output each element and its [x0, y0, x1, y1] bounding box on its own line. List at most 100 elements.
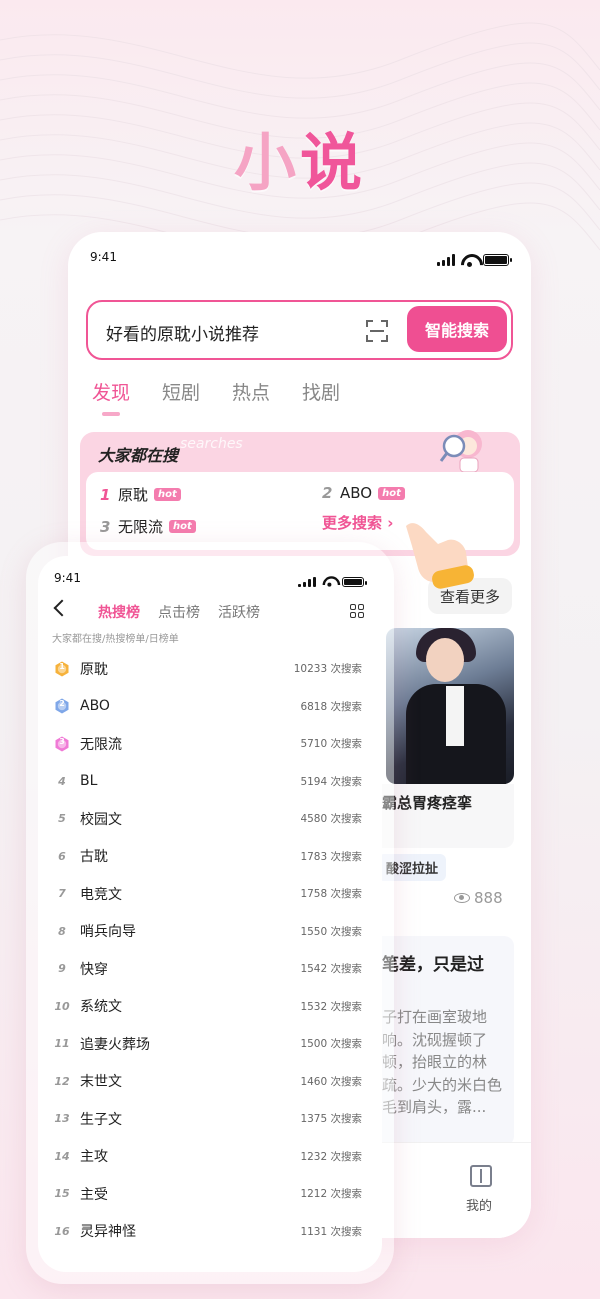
- back-icon[interactable]: [53, 599, 71, 617]
- tab-hot[interactable]: 热点: [232, 378, 270, 405]
- rank-number: 3: [59, 736, 65, 746]
- story-title: 笔差，只是过: [382, 955, 484, 975]
- rank-search-count: 1550 次搜索: [300, 925, 362, 938]
- rank-search-count: 5194 次搜索: [300, 775, 362, 788]
- tab-active[interactable]: 活跃榜: [218, 602, 260, 622]
- tab-find-drama[interactable]: 找剧: [302, 378, 340, 405]
- wifi-icon: [461, 254, 477, 267]
- rank-search-count: 10233 次搜索: [293, 663, 362, 676]
- rank-number: 5: [58, 812, 66, 826]
- active-tab-indicator: [102, 412, 120, 416]
- view-count: 888: [454, 889, 503, 907]
- rank-name: 主受: [80, 1186, 108, 1203]
- rank-row[interactable]: 4 BL 5194 次搜索: [38, 763, 382, 801]
- rank-number: 8: [58, 924, 66, 938]
- rank-number: 9: [58, 962, 66, 976]
- hot-rank: 3: [100, 517, 111, 536]
- rank-row[interactable]: 16 灵异神怪 1131 次搜索: [38, 1213, 382, 1251]
- rank-search-count: 1460 次搜索: [300, 1075, 362, 1088]
- signal-icon: [298, 577, 316, 587]
- main-tabs: 发现 短剧 热点 找剧: [92, 378, 340, 405]
- rank-name: 系统文: [80, 999, 122, 1016]
- book-title[interactable]: 霸总胃疼痉挛: [382, 792, 472, 813]
- rank-name: 无限流: [80, 736, 122, 753]
- tab-discover[interactable]: 发现: [92, 378, 130, 405]
- rank-number: 12: [54, 1074, 70, 1088]
- rank-row[interactable]: 1 原耽 10233 次搜索: [38, 650, 382, 688]
- rank-search-count: 1500 次搜索: [300, 1038, 362, 1051]
- book-icon[interactable]: [470, 1165, 492, 1187]
- rank-row[interactable]: 12 末世文 1460 次搜索: [38, 1063, 382, 1101]
- rank-name: 电竞文: [80, 886, 122, 903]
- hot-badge: hot: [378, 486, 405, 500]
- status-time: 9:41: [54, 571, 81, 585]
- rank-row[interactable]: 15 主受 1212 次搜索: [38, 1175, 382, 1213]
- ranking-tabs: 热搜榜 点击榜 活跃榜: [98, 602, 260, 622]
- rank-search-count: 6818 次搜索: [300, 700, 362, 713]
- signal-icon: [437, 254, 455, 266]
- rank-search-count: 1232 次搜索: [300, 1150, 362, 1163]
- rank-name: BL: [80, 773, 98, 790]
- book-cover-image[interactable]: [386, 628, 514, 784]
- wifi-icon: [323, 576, 336, 587]
- status-time: 9:41: [90, 250, 117, 264]
- hot-card-watermark: searches: [180, 436, 243, 452]
- pointing-hand-icon: [406, 523, 474, 589]
- grid-icon[interactable]: [350, 604, 364, 618]
- rank-row[interactable]: 2 ABO 6818 次搜索: [38, 688, 382, 726]
- nav-mine-label[interactable]: 我的: [466, 1195, 492, 1214]
- rank-search-count: 1375 次搜索: [300, 1113, 362, 1126]
- status-bar: 9:41: [68, 232, 531, 272]
- search-input[interactable]: 好看的原耽小说推荐: [106, 320, 259, 345]
- hot-item[interactable]: 2 ABO hot: [322, 484, 405, 502]
- smart-search-button[interactable]: 智能搜索: [407, 306, 507, 352]
- rank-name: 生子文: [80, 1111, 122, 1128]
- hot-item[interactable]: 1 原耽 hot: [100, 484, 181, 505]
- tab-hot-search[interactable]: 热搜榜: [98, 602, 140, 622]
- rank-name: 原耽: [80, 661, 108, 678]
- search-bar[interactable]: 好看的原耽小说推荐 智能搜索: [86, 300, 513, 360]
- rank-row[interactable]: 6 古耽 1783 次搜索: [38, 838, 382, 876]
- rank-number: 14: [54, 1149, 70, 1163]
- rank-search-count: 1783 次搜索: [300, 850, 362, 863]
- rank-name: 哨兵向导: [80, 924, 136, 941]
- rank-number: 15: [54, 1187, 70, 1201]
- rank-name: ABO: [80, 698, 110, 715]
- rank-row[interactable]: 11 追妻火葬场 1500 次搜索: [38, 1025, 382, 1063]
- medal-icon: 1: [54, 661, 70, 677]
- rank-row[interactable]: 8 哨兵向导 1550 次搜索: [38, 913, 382, 951]
- medal-icon: 2: [54, 698, 70, 714]
- rank-search-count: 5710 次搜索: [300, 738, 362, 751]
- eye-icon: [454, 893, 470, 903]
- rank-search-count: 1758 次搜索: [300, 888, 362, 901]
- rank-row[interactable]: 3 无限流 5710 次搜索: [38, 725, 382, 763]
- medal-icon: 3: [54, 736, 70, 752]
- ranking-subtitle: 大家都在搜/热搜榜单/日榜单: [52, 634, 179, 645]
- rank-name: 主攻: [80, 1149, 108, 1166]
- tab-short-drama[interactable]: 短剧: [162, 378, 200, 405]
- more-searches-link[interactable]: 更多搜索 ›: [322, 512, 393, 533]
- rank-row[interactable]: 14 主攻 1232 次搜索: [38, 1138, 382, 1176]
- hot-label: 原耽: [118, 486, 149, 504]
- hot-item[interactable]: 3 无限流 hot: [100, 516, 196, 537]
- rank-number: 7: [58, 887, 66, 901]
- hot-label: ABO: [340, 484, 373, 502]
- rank-number: 13: [54, 1112, 70, 1126]
- rank-name: 快穿: [80, 961, 108, 978]
- rank-number: 4: [58, 774, 66, 788]
- scan-icon[interactable]: [366, 320, 388, 342]
- rank-row[interactable]: 5 校园文 4580 次搜索: [38, 800, 382, 838]
- hot-label: 无限流: [118, 518, 164, 536]
- hot-card-title: 大家都在搜: [98, 446, 179, 465]
- status-bar: 9:41: [38, 556, 382, 592]
- rank-search-count: 1532 次搜索: [300, 1000, 362, 1013]
- tab-clicks[interactable]: 点击榜: [158, 602, 200, 622]
- hero-title-char-2: 说: [300, 126, 367, 199]
- rank-row[interactable]: 7 电竞文 1758 次搜索: [38, 875, 382, 913]
- rank-row[interactable]: 13 生子文 1375 次搜索: [38, 1100, 382, 1138]
- hot-rank: 2: [322, 484, 333, 502]
- rank-number: 2: [59, 699, 65, 709]
- hot-rank: 1: [100, 485, 111, 504]
- rank-row[interactable]: 9 快穿 1542 次搜索: [38, 950, 382, 988]
- rank-row[interactable]: 10 系统文 1532 次搜索: [38, 988, 382, 1026]
